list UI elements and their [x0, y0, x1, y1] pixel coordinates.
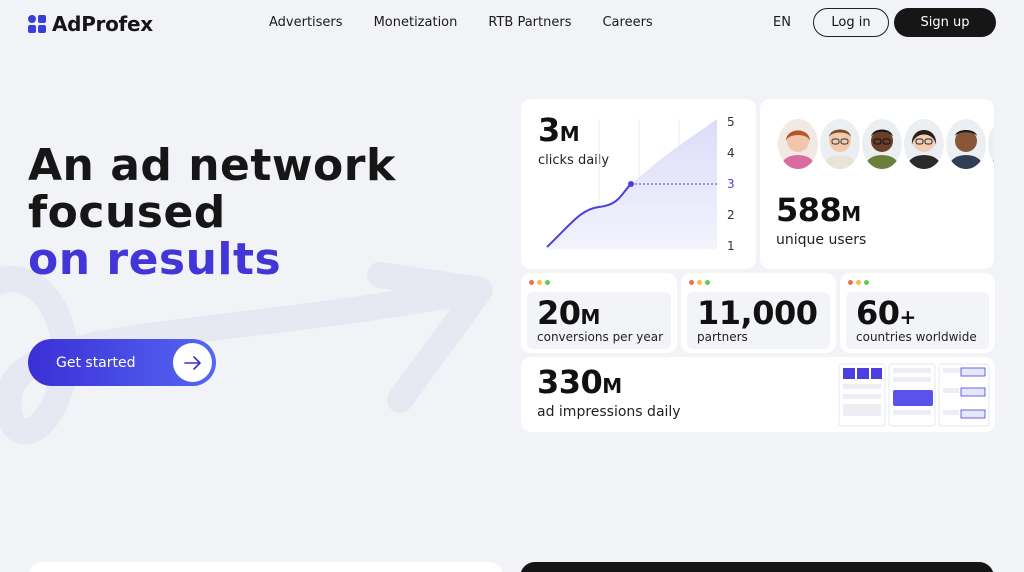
logo[interactable]: AdProfex: [28, 12, 153, 36]
nav-item-careers[interactable]: Careers: [602, 15, 652, 30]
partners-value: 11,000: [697, 294, 818, 332]
clicks-line-chart: [546, 119, 717, 249]
chart-axis-tick-4: 4: [727, 146, 735, 160]
impressions-value: 330M: [537, 363, 622, 401]
nav-item-rtb-partners[interactable]: RTB Partners: [488, 15, 571, 30]
logo-icon: [28, 15, 46, 33]
conversions-value: 20M: [537, 294, 600, 332]
get-started-label: Get started: [56, 354, 136, 371]
stat-card-conversions: 20M conversions per year: [521, 273, 677, 353]
avatar: [862, 119, 902, 169]
hero-line-2: focused: [28, 187, 226, 238]
stat-card-partners: 11,000 partners: [681, 273, 836, 353]
nav-item-monetization[interactable]: Monetization: [374, 15, 458, 30]
stat-card-countries: 60+ countries worldwide: [840, 273, 995, 353]
stat-inner-box: 60+ countries worldwide: [846, 292, 989, 349]
chart-axis-tick-5: 5: [727, 115, 735, 129]
hero-heading: An ad network focused on results: [28, 142, 396, 283]
avatar: [904, 119, 944, 169]
stat-card-clicks: 3M clicks daily 5 4 3 2 1: [521, 99, 756, 269]
bottom-panel-right: [520, 562, 994, 572]
partners-label: partners: [697, 330, 748, 344]
arrow-right-icon: [173, 343, 212, 382]
impressions-label: ad impressions daily: [537, 404, 681, 420]
site-header: AdProfex Advertisers Monetization RTB Pa…: [0, 0, 1024, 46]
get-started-button[interactable]: Get started: [28, 339, 216, 386]
avatar: [988, 119, 994, 169]
language-switcher[interactable]: EN: [773, 15, 791, 30]
hero-line-1: An ad network: [28, 140, 396, 191]
stat-inner-box: 20M conversions per year: [527, 292, 671, 349]
signup-button[interactable]: Sign up: [894, 8, 996, 37]
users-value: 588M: [776, 191, 861, 229]
chart-axis-tick-3: 3: [727, 177, 735, 191]
countries-label: countries worldwide: [856, 330, 977, 344]
bottom-panel-left: [28, 562, 504, 572]
main-nav: Advertisers Monetization RTB Partners Ca…: [269, 15, 653, 30]
countries-value: 60+: [856, 294, 916, 332]
conversions-label: conversions per year: [537, 330, 664, 344]
login-button[interactable]: Log in: [813, 8, 889, 37]
ad-layout-mockups-icon: [838, 363, 990, 427]
stat-card-users: 588M unique users: [760, 99, 994, 269]
window-dots: [529, 280, 550, 285]
hero-line-3: on results: [28, 234, 282, 285]
avatar-row: [778, 119, 994, 169]
avatar: [778, 119, 818, 169]
brand-name: AdProfex: [52, 12, 153, 36]
window-dots: [848, 280, 869, 285]
users-label: unique users: [776, 232, 867, 248]
window-dots: [689, 280, 710, 285]
chart-axis-tick-2: 2: [727, 208, 735, 222]
avatar: [946, 119, 986, 169]
nav-item-advertisers[interactable]: Advertisers: [269, 15, 343, 30]
chart-axis-tick-1: 1: [727, 239, 735, 253]
stat-card-impressions: 330M ad impressions daily: [521, 357, 995, 432]
avatar: [820, 119, 860, 169]
stat-inner-box: 11,000 partners: [687, 292, 830, 349]
